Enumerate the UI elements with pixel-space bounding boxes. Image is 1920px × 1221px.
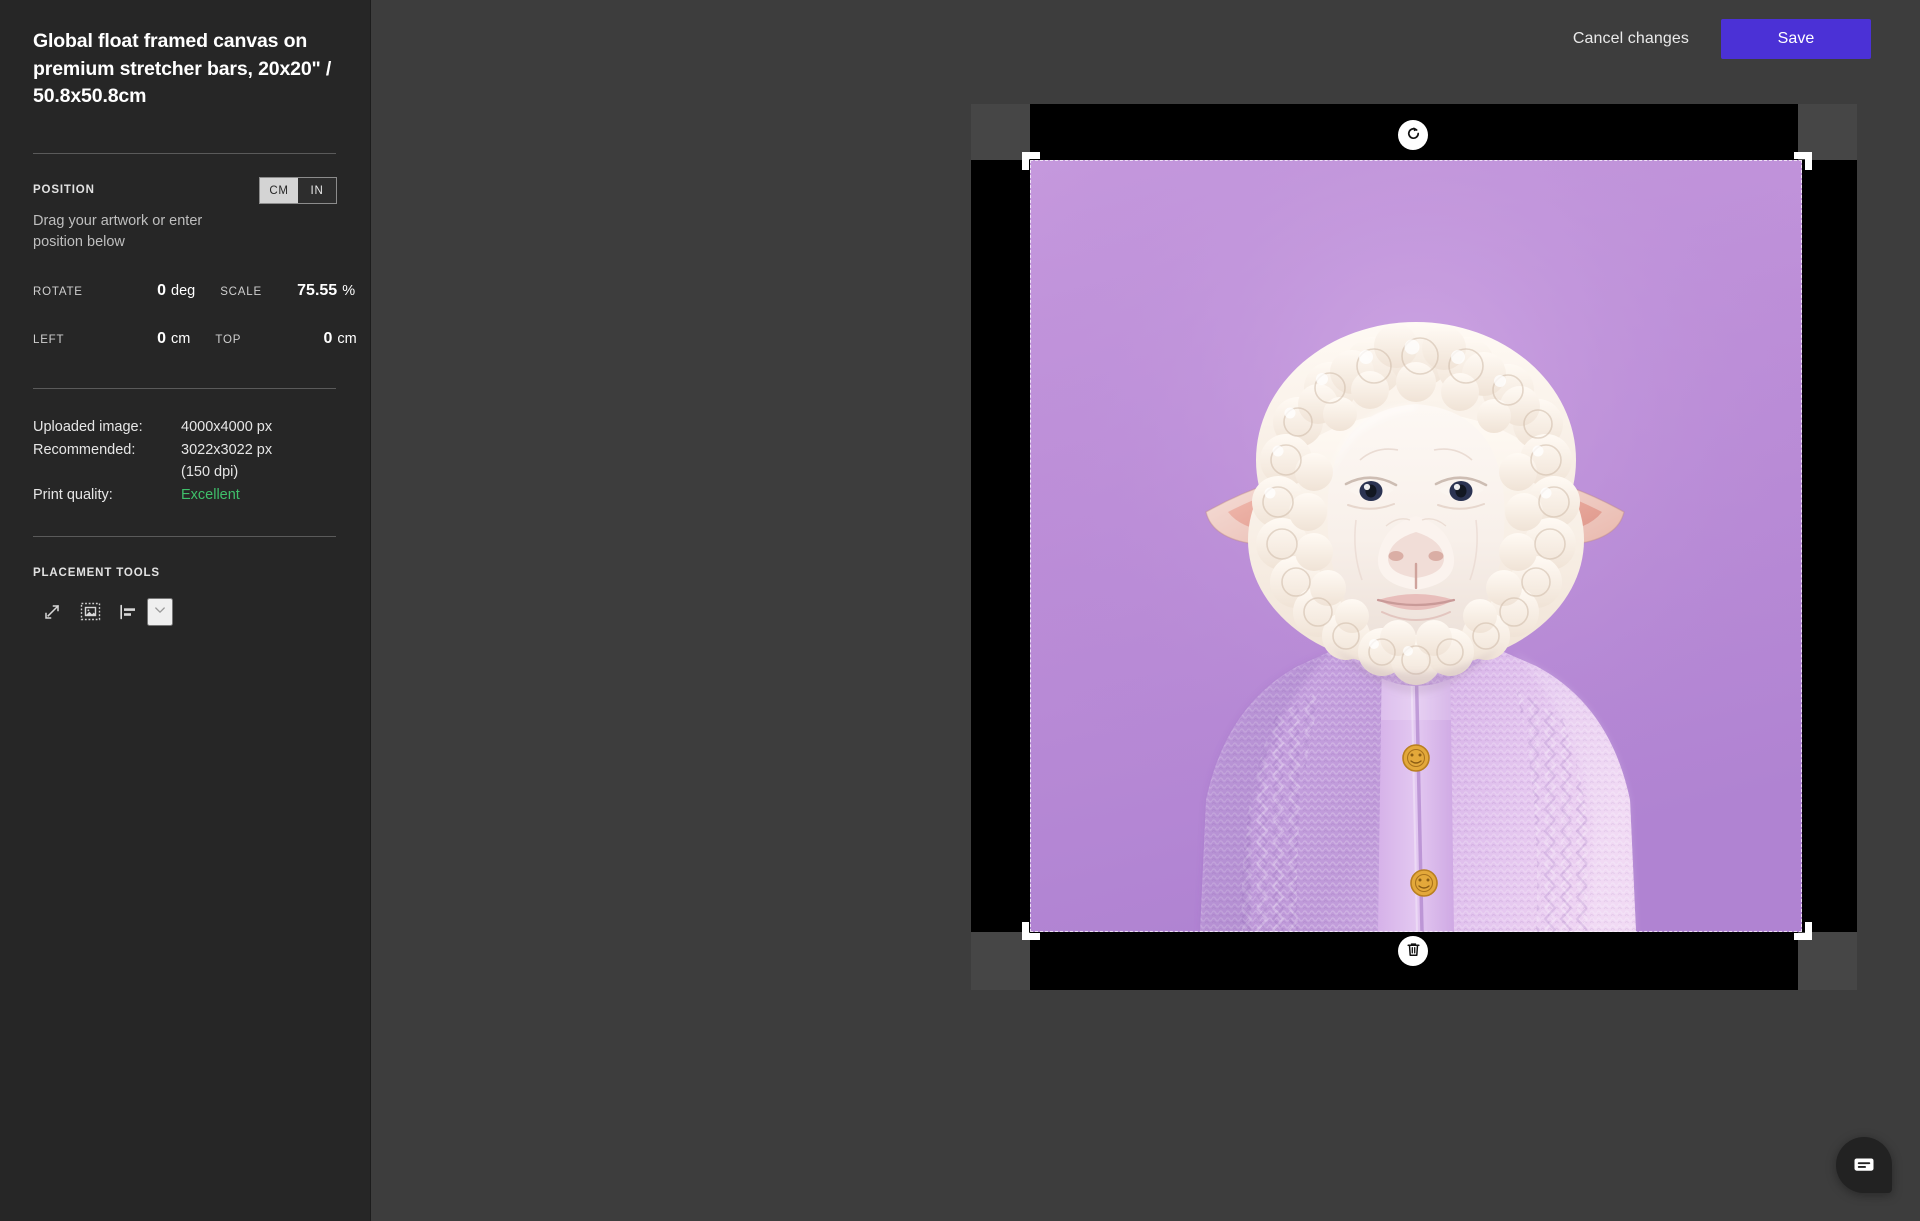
- artwork-placement-editor: Global float framed canvas on premium st…: [0, 0, 1920, 1221]
- canvas-workspace: Cancel changes Save: [371, 0, 1920, 1221]
- rotate-label: ROTATE: [33, 286, 83, 299]
- rotate-field[interactable]: ROTATE 0 deg: [33, 282, 195, 300]
- scale-value[interactable]: 75.55: [282, 282, 337, 300]
- divider: [33, 535, 336, 537]
- recommended-row: Recommended: 3022x3022 px: [33, 440, 337, 461]
- scale-label: SCALE: [220, 286, 262, 299]
- unit-toggle-in[interactable]: IN: [298, 178, 336, 204]
- resize-handle-top-left[interactable]: [1022, 152, 1040, 170]
- left-value[interactable]: 0: [108, 330, 166, 348]
- artwork-stage[interactable]: [371, 0, 1920, 1221]
- button-bottom: [1410, 869, 1438, 897]
- recommended-dpi-row: (150 dpi): [33, 462, 337, 483]
- uploaded-image-value: 4000x4000 px: [181, 419, 273, 436]
- top-unit: cm: [337, 331, 357, 348]
- uploaded-image-row: Uploaded image: 4000x4000 px: [33, 417, 337, 438]
- top-field[interactable]: TOP 0 cm: [215, 330, 356, 348]
- top-label: TOP: [215, 334, 242, 347]
- print-quality-row: Print quality: Excellent: [33, 485, 337, 506]
- recommended-label: Recommended:: [33, 441, 136, 458]
- left-field[interactable]: LEFT 0 cm: [33, 330, 190, 348]
- rotate-unit: deg: [171, 283, 196, 300]
- unit-toggle[interactable]: CM IN: [259, 177, 337, 205]
- print-quality-value: Excellent: [181, 486, 240, 503]
- rotate-scale-row: ROTATE 0 deg SCALE 75.55 %: [33, 282, 355, 300]
- page-title: Global float framed canvas on premium st…: [33, 30, 332, 108]
- scale-field[interactable]: SCALE 75.55 %: [220, 282, 355, 300]
- left-top-row: LEFT 0 cm TOP 0 cm: [33, 330, 357, 348]
- sidebar-panel: Global float framed canvas on premium st…: [0, 0, 371, 1221]
- fit-image-to-frame-icon: [80, 601, 101, 622]
- resize-handle-bottom-left[interactable]: [1022, 922, 1040, 940]
- placement-tools-label: PLACEMENT TOOLS: [33, 566, 160, 579]
- scale-to-fit-icon: [42, 602, 62, 622]
- recommended-dpi-value: (150 dpi): [181, 464, 239, 481]
- rotate-icon: [1405, 125, 1422, 145]
- top-value[interactable]: 0: [277, 330, 332, 348]
- button-top: [1402, 744, 1430, 772]
- scale-to-fit-button[interactable]: [33, 598, 71, 626]
- chevron-down-icon: [153, 603, 167, 620]
- position-label: POSITION: [33, 184, 95, 197]
- trash-icon: [1405, 941, 1422, 961]
- position-section-header: POSITION Drag your artwork or enter posi…: [33, 177, 337, 252]
- left-label: LEFT: [33, 334, 65, 347]
- placement-tools-row: [33, 597, 337, 626]
- uploaded-image-label: Uploaded image:: [33, 419, 143, 436]
- image-info-block: Uploaded image: 4000x4000 px Recommended…: [33, 417, 337, 505]
- chat-bubble-icon: [1851, 1151, 1877, 1180]
- position-hint: Drag your artwork or enter position belo…: [33, 213, 203, 250]
- fit-image-to-frame-button[interactable]: [71, 598, 109, 626]
- align-button[interactable]: [109, 598, 147, 626]
- resize-handle-bottom-right[interactable]: [1794, 922, 1812, 940]
- resize-handle-top-right[interactable]: [1794, 152, 1812, 170]
- align-options-dropdown[interactable]: [147, 597, 173, 626]
- left-unit: cm: [171, 331, 191, 348]
- unit-toggle-cm[interactable]: CM: [260, 178, 298, 204]
- rotate-value[interactable]: 0: [108, 282, 166, 300]
- recommended-value: 3022x3022 px: [181, 441, 273, 458]
- chat-widget-button[interactable]: [1836, 1137, 1892, 1193]
- delete-artwork-button[interactable]: [1398, 936, 1428, 966]
- artwork-image[interactable]: [1030, 160, 1802, 932]
- scale-unit: %: [342, 283, 356, 300]
- divider: [33, 153, 336, 155]
- print-quality-label: Print quality:: [33, 486, 113, 503]
- rotate-artwork-button[interactable]: [1398, 120, 1428, 150]
- align-left-icon: [118, 602, 138, 622]
- divider: [33, 388, 336, 390]
